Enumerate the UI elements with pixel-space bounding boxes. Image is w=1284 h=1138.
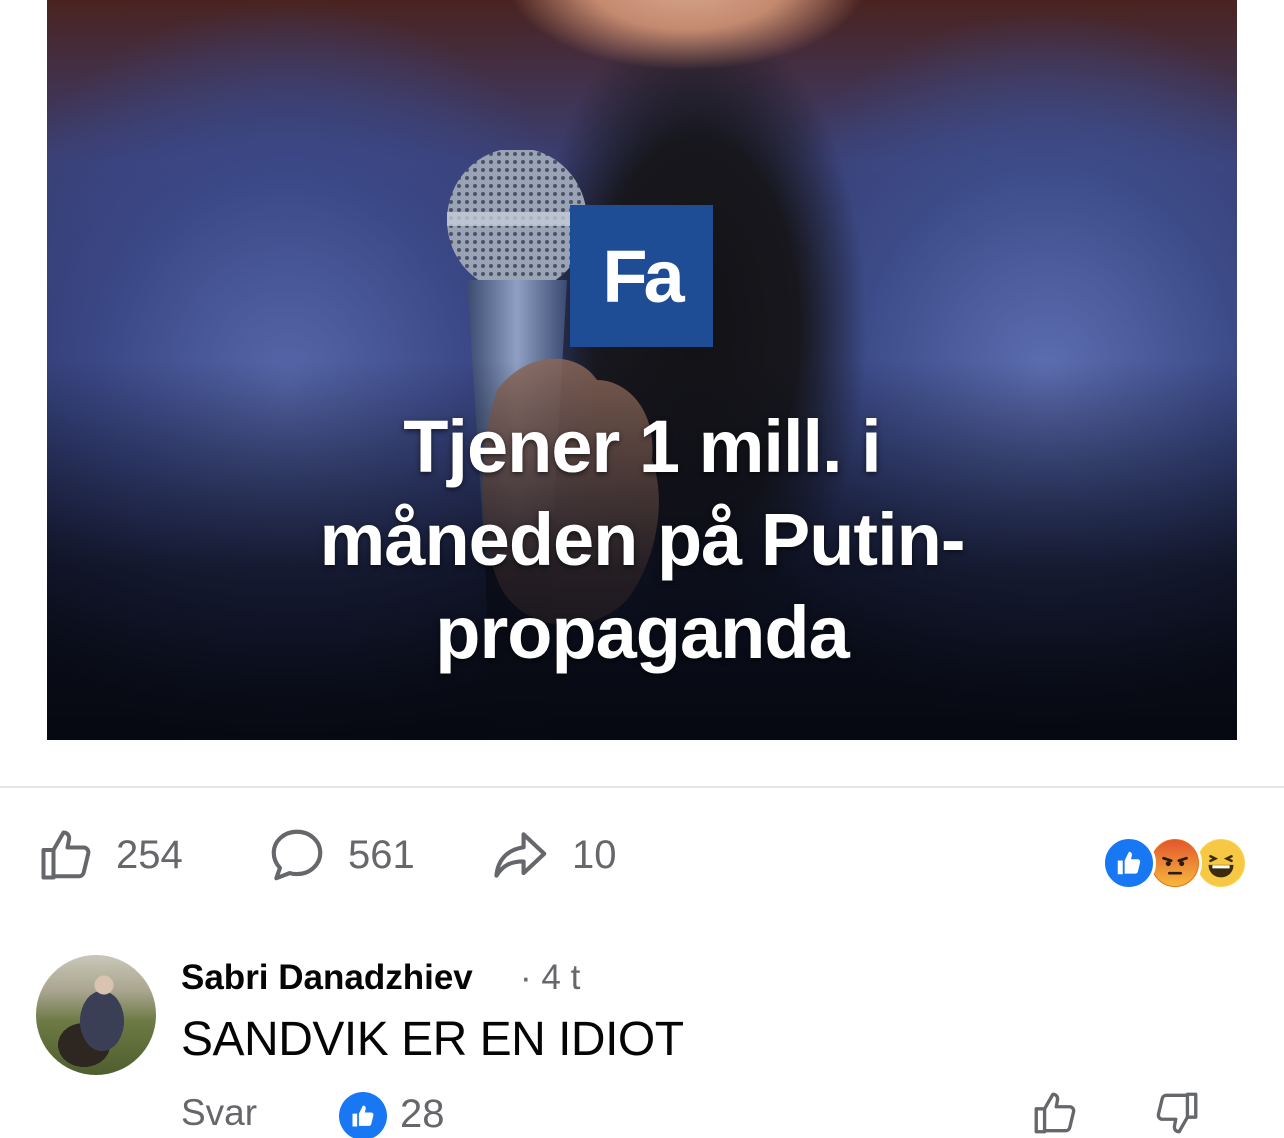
like-count: 254 [116,832,183,877]
thumbs-up-icon [41,830,91,880]
comment-like-count: 28 [400,1092,445,1136]
share-arrow-icon [494,832,547,878]
post-action-bar: 254 561 10 [0,818,1284,892]
like-button[interactable]: 254 [36,818,183,892]
news-brand-logo: Fa [570,205,713,347]
post-image[interactable]: Fa Tjener 1 mill. i måneden på Putin- pr… [47,0,1237,740]
headline-line: propaganda [435,591,849,674]
comment-upvote-icon[interactable] [1030,1088,1080,1138]
headline-line: måneden på Putin- [319,498,966,581]
reply-button[interactable]: Svar [181,1092,257,1134]
reaction-summary[interactable] [1102,836,1248,890]
haha-reaction-icon [1194,836,1248,890]
comment-downvote-icon[interactable] [1152,1088,1202,1138]
comment-text: SANDVIK ER EN IDIOT [181,1013,684,1066]
like-reaction-icon [1102,836,1156,890]
comment-author-name[interactable]: Sabri Danadzhiev [181,958,473,1002]
headline-line: Tjener 1 mill. i [403,405,882,488]
angry-reaction-icon [1148,836,1202,890]
divider [0,786,1284,788]
brand-logo-text: Fa [602,234,684,318]
share-count: 10 [572,832,617,877]
comment-count: 561 [348,832,415,877]
commenter-avatar[interactable] [36,955,156,1075]
comment-button[interactable]: 561 [266,818,415,892]
comment-timestamp: · 4 t [520,958,581,997]
share-button[interactable]: 10 [490,818,617,892]
comment-bubble-icon [271,829,323,881]
post-headline: Tjener 1 mill. i måneden på Putin- propa… [47,400,1237,679]
comment-like-badge-icon [339,1092,387,1138]
